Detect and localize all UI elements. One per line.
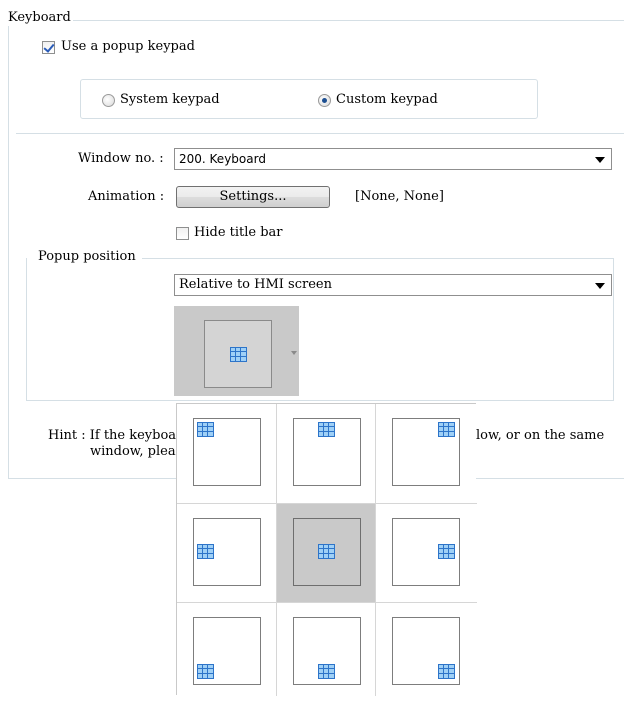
- hide-title-bar-checkbox[interactable]: [176, 227, 189, 240]
- anchor-bottom-left[interactable]: [177, 603, 275, 701]
- hint-text-line1: Hint : If the keyboa: [48, 428, 177, 443]
- anchor-preview-frame: [204, 320, 272, 388]
- anchor-frame: [392, 617, 460, 685]
- position-grid-icon: [438, 544, 455, 559]
- position-grid-icon: [197, 544, 214, 559]
- keyboard-group-top-border: [72, 20, 624, 21]
- anchor-middle-right[interactable]: [376, 504, 474, 602]
- anchor-bottom-center[interactable]: [277, 603, 375, 701]
- use-popup-keypad-checkbox[interactable]: [42, 41, 55, 54]
- position-grid-icon: [318, 664, 335, 679]
- system-keypad-radio[interactable]: [102, 94, 115, 107]
- anchor-frame: [193, 617, 261, 685]
- popup-position-group-left-border: [26, 258, 27, 400]
- anchor-top-left[interactable]: [177, 404, 275, 502]
- custom-keypad-label: Custom keypad: [336, 92, 438, 107]
- section-separator: [16, 133, 624, 134]
- position-grid-icon: [197, 664, 214, 679]
- anchor-bottom-right[interactable]: [376, 603, 474, 701]
- anchor-frame: [193, 518, 261, 586]
- position-grid-icon: [318, 422, 335, 437]
- chevron-down-icon: [595, 283, 605, 289]
- anchor-top-center[interactable]: [277, 404, 375, 502]
- position-grid-icon: [318, 544, 335, 559]
- chevron-down-icon: [291, 351, 297, 355]
- animation-label: Animation :: [88, 189, 165, 204]
- popup-reference-select[interactable]: Relative to HMI screen: [174, 274, 612, 296]
- anchor-dropdown: [176, 403, 477, 696]
- anchor-center[interactable]: [277, 504, 375, 602]
- window-no-label: Window no. :: [78, 151, 164, 166]
- chevron-down-icon: [595, 157, 605, 163]
- position-grid-icon: [438, 664, 455, 679]
- custom-keypad-radio[interactable]: [318, 94, 331, 107]
- anchor-frame: [293, 518, 361, 586]
- position-grid-icon: [438, 422, 455, 437]
- popup-position-title: Popup position: [36, 249, 138, 265]
- popup-reference-value: Relative to HMI screen: [179, 277, 332, 292]
- popup-position-group-right-border: [613, 258, 614, 400]
- hint-text-line1-end: low, or on the same: [476, 428, 605, 443]
- anchor-frame: [392, 518, 460, 586]
- popup-position-group-top-border: [142, 258, 614, 259]
- anchor-middle-left[interactable]: [177, 504, 275, 602]
- anchor-frame: [293, 418, 361, 486]
- keyboard-group-title: Keyboard: [6, 10, 73, 26]
- system-keypad-label: System keypad: [120, 92, 220, 107]
- keyboard-group-left-border: [8, 20, 9, 478]
- anchor-frame: [193, 418, 261, 486]
- anchor-frame: [293, 617, 361, 685]
- popup-anchor-picker[interactable]: [174, 306, 299, 396]
- popup-position-group-bottom-border: [26, 400, 614, 401]
- anchor-top-right[interactable]: [376, 404, 474, 502]
- hide-title-bar-label: Hide title bar: [194, 225, 283, 240]
- animation-value: [None, None]: [355, 189, 444, 204]
- hint-text-line2: window, plea: [90, 444, 176, 459]
- use-popup-keypad-label: Use a popup keypad: [61, 39, 195, 54]
- animation-settings-button[interactable]: Settings...: [176, 186, 330, 208]
- window-no-value: 200. Keyboard: [179, 152, 266, 166]
- position-grid-icon: [230, 347, 247, 362]
- position-grid-icon: [197, 422, 214, 437]
- anchor-frame: [392, 418, 460, 486]
- window-no-select[interactable]: 200. Keyboard: [174, 148, 612, 170]
